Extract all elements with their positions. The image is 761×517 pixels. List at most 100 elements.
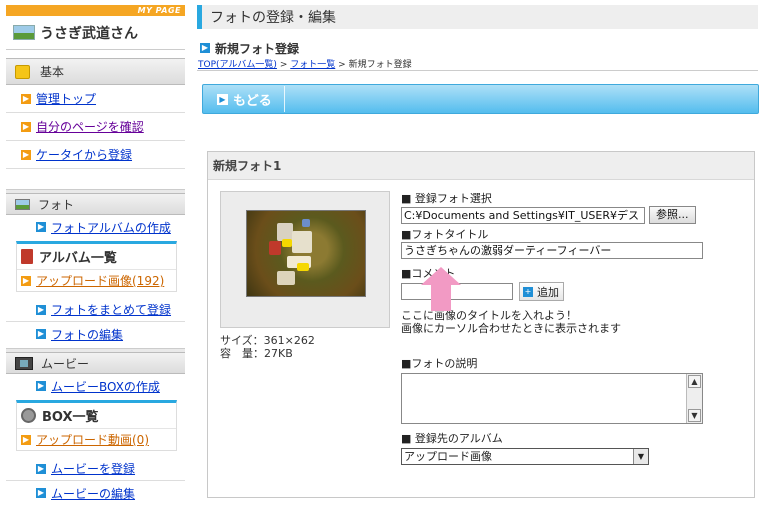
main-content: フォトの登録・編集 ▶ 新規フォト登録 TOP(アルバム一覧) > フォト一覧 … — [197, 5, 761, 517]
sidebar-item-register-movie[interactable]: ▶ ムービーを登録 — [6, 457, 185, 481]
admin-top-link[interactable]: 管理トップ — [36, 90, 96, 107]
album-list-box: アルバム一覧 ▶ アップロード画像(192) — [16, 241, 177, 292]
photo-icon — [15, 198, 30, 210]
album-select-value: アップロード画像 — [404, 450, 492, 463]
hint-line-2: 画像にカーソル合わせたときに表示されます — [401, 322, 621, 335]
title-hint: ここに画像のタイトルを入れよう！ 画像にカーソル合わせたときに表示されます — [401, 309, 751, 335]
photo-thumbnail — [246, 210, 366, 297]
file-path-input[interactable]: C:¥Documents and Settings¥IT_USER¥デス — [401, 206, 645, 224]
back-button[interactable]: ▶ もどる — [217, 90, 272, 109]
breadcrumb-current: 新規フォト登録 — [348, 60, 412, 70]
section-basic: 基本 — [6, 58, 185, 85]
section-basic-title: 基本 — [40, 65, 65, 79]
scroll-down-icon[interactable]: ▼ — [688, 409, 701, 422]
sidebar: MY PAGE うさぎ武道さん 基本 ▶ 管理トップ ▶ 自分のページを確認 ▶… — [6, 5, 185, 517]
breadcrumb-sep: > — [279, 60, 288, 70]
divider — [283, 86, 285, 112]
arrow-right-icon: ▶ — [21, 121, 31, 132]
sidebar-item-create-box[interactable]: ▶ ムービーBOXの作成 — [6, 374, 185, 398]
sidebar-item-admin-top[interactable]: ▶ 管理トップ — [6, 85, 185, 113]
breadcrumb: TOP(アルバム一覧) > フォト一覧 > 新規フォト登録 — [197, 57, 758, 71]
box-row[interactable]: ▶ アップロード動画(0) — [17, 428, 176, 450]
scrollbar[interactable]: ▲ ▼ — [686, 374, 702, 423]
arrow-right-icon: ▶ — [36, 222, 46, 232]
back-bar: ▶ もどる — [202, 84, 759, 114]
size-info: サイズ：361×262 容 量：27KB — [220, 334, 315, 360]
album-select-label: ■ 登録先のアルバム — [401, 432, 503, 445]
arrow-right-icon: ▶ — [21, 275, 31, 286]
breadcrumb-home[interactable]: TOP(アルバム一覧) — [198, 60, 277, 70]
photo-form: ■ 登録フォト選択 C:¥Documents and Settings¥IT_U… — [401, 192, 751, 465]
album-row[interactable]: ▶ アップロード画像(192) — [17, 269, 176, 291]
arrow-right-icon: ▶ — [217, 93, 228, 105]
panel-title: 新規フォト1 — [208, 152, 754, 180]
film-reel-icon — [21, 408, 36, 423]
arrow-right-icon: ▶ — [36, 463, 46, 474]
edit-photos-link[interactable]: フォトの編集 — [51, 326, 123, 343]
film-icon — [15, 356, 33, 370]
photo-title-input[interactable]: うさぎちゃんの激弱ダーティーフィーバー — [401, 242, 703, 259]
page-title: フォトの登録・編集 — [197, 5, 758, 29]
file-row: C:¥Documents and Settings¥IT_USER¥デス 参照.… — [401, 206, 751, 224]
section-photo-title: フォト — [38, 197, 75, 212]
upload-movie-link[interactable]: アップロード動画(0) — [36, 431, 149, 448]
landscape-icon — [13, 25, 35, 40]
image-capacity: 容 量：27KB — [220, 347, 293, 360]
arrow-right-icon: ▶ — [36, 304, 46, 315]
sub-title-text: 新規フォト登録 — [215, 41, 300, 56]
edit-movie-link[interactable]: ムービーの編集 — [51, 485, 135, 502]
album-select[interactable]: アップロード画像 ▼ — [401, 448, 649, 465]
my-page-link[interactable]: 自分のページを確認 — [36, 118, 144, 135]
sub-title: ▶ 新規フォト登録 — [197, 39, 761, 57]
arrow-right-icon: ▶ — [200, 43, 210, 53]
add-label: 追加 — [537, 285, 559, 299]
arrow-right-icon: ▶ — [36, 381, 46, 391]
create-album-link[interactable]: フォトアルバムの作成 — [51, 219, 171, 236]
mobile-register-link[interactable]: ケータイから登録 — [36, 146, 132, 163]
sidebar-item-my-page[interactable]: ▶ 自分のページを確認 — [6, 113, 185, 141]
bulk-register-link[interactable]: フォトをまとめて登録 — [51, 301, 171, 318]
album-book-icon — [21, 249, 33, 264]
photo-title-label: ■フォトタイトル — [401, 228, 489, 241]
sidebar-item-bulk-register[interactable]: ▶ フォトをまとめて登録 — [6, 298, 185, 322]
add-button[interactable]: + 追加 — [519, 282, 564, 301]
arrow-right-icon: ▶ — [36, 488, 46, 498]
create-box-link[interactable]: ムービーBOXの作成 — [51, 378, 160, 395]
arrow-right-icon: ▶ — [36, 329, 46, 339]
back-label: もどる — [233, 93, 272, 109]
user-name: うさぎ武道さん — [40, 25, 138, 42]
description-textarea[interactable]: ▲ ▼ — [401, 373, 703, 424]
plus-icon: + — [523, 286, 533, 297]
album-list-head: アルバム一覧 — [17, 244, 176, 269]
section-photo: フォト — [6, 193, 185, 215]
scroll-up-icon[interactable]: ▲ — [688, 375, 701, 388]
box-list-head: BOX一覧 — [17, 403, 176, 428]
image-size: サイズ：361×262 — [220, 334, 315, 347]
breadcrumb-photos[interactable]: フォト一覧 — [290, 60, 335, 70]
cube-icon — [15, 64, 30, 79]
comment-block: ■コメント + 追加 — [401, 267, 751, 311]
browse-button[interactable]: 参照... — [649, 206, 696, 224]
section-movie: ムービー — [6, 352, 185, 374]
album-list-title: アルバム一覧 — [39, 251, 117, 266]
upload-album-link[interactable]: アップロード画像(192) — [36, 272, 164, 289]
breadcrumb-sep: > — [338, 60, 346, 70]
user-box: うさぎ武道さん — [6, 16, 185, 50]
sidebar-item-create-album[interactable]: ▶ フォトアルバムの作成 — [6, 215, 185, 239]
description-label: ■フォトの説明 — [401, 357, 478, 370]
arrow-right-icon: ▶ — [21, 149, 31, 160]
chevron-down-icon[interactable]: ▼ — [633, 449, 648, 464]
mypage-label: MY PAGE — [6, 5, 185, 16]
box-list-box: BOX一覧 ▶ アップロード動画(0) — [16, 400, 177, 451]
thumbnail-frame — [220, 191, 390, 328]
sidebar-item-edit-photos[interactable]: ▶ フォトの編集 — [6, 322, 185, 346]
sidebar-item-mobile-register[interactable]: ▶ ケータイから登録 — [6, 141, 185, 169]
register-movie-link[interactable]: ムービーを登録 — [51, 460, 135, 477]
sidebar-item-edit-movie[interactable]: ▶ ムービーの編集 — [6, 481, 185, 505]
arrow-right-icon: ▶ — [21, 93, 31, 104]
box-list-title: BOX一覧 — [42, 410, 99, 425]
arrow-right-icon: ▶ — [21, 434, 31, 445]
pink-up-arrow-icon — [421, 267, 461, 311]
